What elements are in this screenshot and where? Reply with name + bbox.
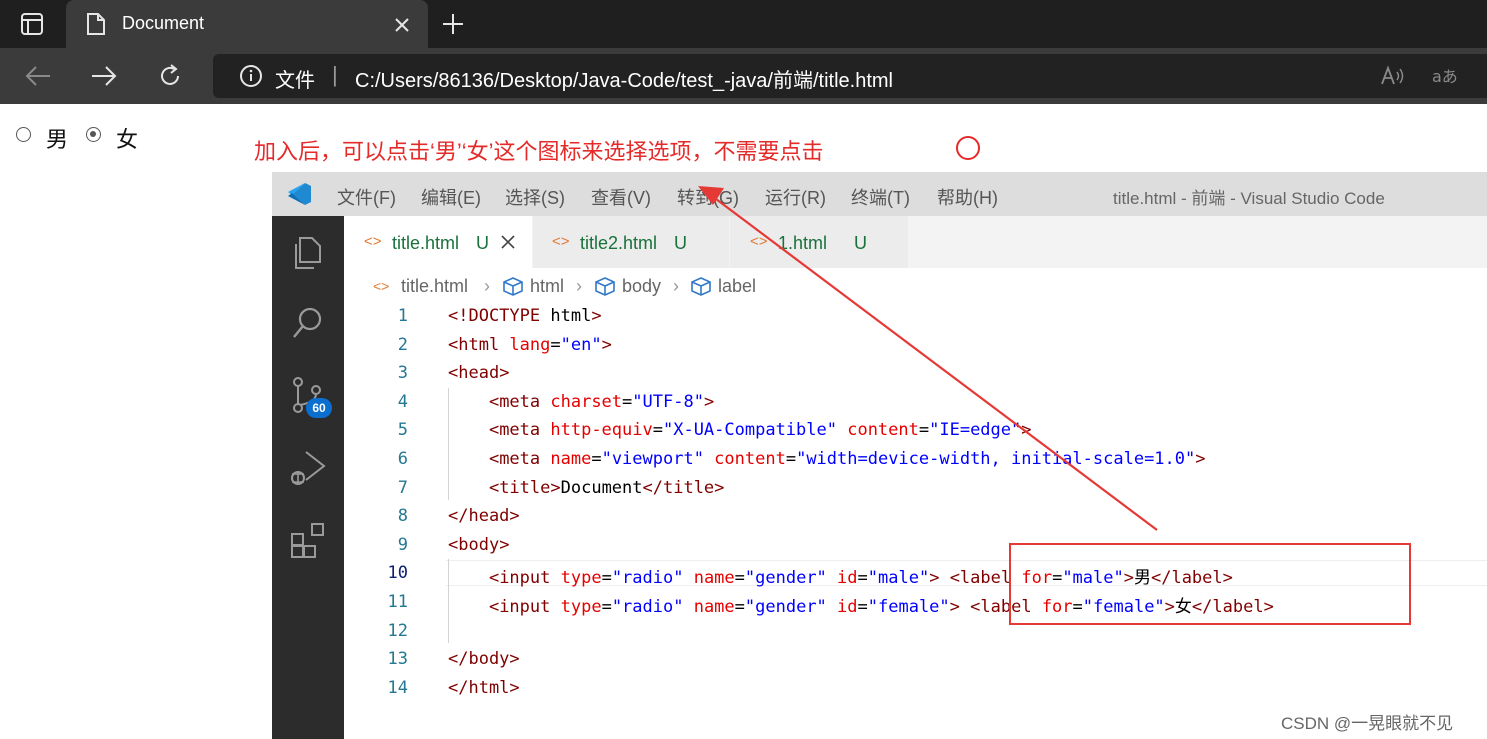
line-number: 12 <box>387 621 408 641</box>
code-line[interactable]: <meta charset="UTF-8"> <box>448 392 714 412</box>
cube-icon <box>595 277 615 296</box>
line-number: 9 <box>397 535 408 555</box>
search-icon[interactable] <box>290 304 326 342</box>
code-line[interactable]: <head> <box>448 363 509 383</box>
new-tab-icon[interactable] <box>441 12 465 36</box>
line-number: 4 <box>397 392 408 412</box>
watermark: CSDN @一晃眼就不见 <box>1281 714 1454 733</box>
html-file-icon: <> <box>373 278 390 294</box>
document-icon <box>87 13 105 35</box>
extensions-icon[interactable] <box>290 522 328 560</box>
code-line[interactable]: </body> <box>448 649 520 669</box>
chevron-right-icon: › <box>484 276 490 296</box>
tab-title2-html-status: U <box>674 233 687 253</box>
url-scheme-label: 文件 <box>275 70 315 92</box>
run-debug-icon[interactable] <box>288 448 328 488</box>
line-number: 8 <box>397 506 408 526</box>
line-number: 13 <box>387 649 408 669</box>
tab-title2-html-label: title2.html <box>580 233 658 253</box>
code-line[interactable]: <title>Document</title> <box>448 478 724 498</box>
tab-1-html-label: 1.html <box>778 233 828 253</box>
chevron-right-icon: › <box>576 276 582 296</box>
tab-actions-icon[interactable] <box>20 12 44 36</box>
radio-male[interactable] <box>16 127 31 142</box>
label-female[interactable]: 女 <box>116 122 138 154</box>
menu-run[interactable]: 运行(R) <box>765 184 826 210</box>
menu-edit[interactable]: 编辑(E) <box>421 184 481 210</box>
tab-title-html-status: U <box>476 233 489 253</box>
code-line[interactable]: <body> <box>448 535 509 555</box>
menu-view[interactable]: 查看(V) <box>591 184 651 210</box>
window-title: title.html - 前端 - Visual Studio Code <box>1113 189 1385 208</box>
info-icon[interactable] <box>239 64 263 88</box>
code-line[interactable]: <meta http-equiv="X-UA-Compatible" conte… <box>448 420 1032 440</box>
svg-text:aあ: aあ <box>1432 67 1458 86</box>
line-number: 14 <box>387 678 408 698</box>
menu-file[interactable]: 文件(F) <box>337 184 396 210</box>
radio-female[interactable] <box>86 127 101 142</box>
url-text[interactable]: C:/Users/86136/Desktop/Java-Code/test_-j… <box>355 64 893 93</box>
menu-selection[interactable]: 选择(S) <box>505 184 565 210</box>
line-number: 5 <box>397 420 408 440</box>
back-icon[interactable] <box>24 64 52 88</box>
code-line[interactable]: <meta name="viewport" content="width=dev… <box>448 449 1206 469</box>
code-line[interactable]: <!DOCTYPE html> <box>448 306 602 326</box>
line-number: 7 <box>397 478 408 498</box>
line-number: 11 <box>387 592 408 612</box>
highlight-box <box>1009 543 1411 625</box>
translate-icon[interactable]: aあ <box>1432 64 1462 88</box>
html-file-icon: <> <box>364 233 382 250</box>
tab-1-html-status: U <box>854 233 867 253</box>
menu-terminal[interactable]: 终端(T) <box>851 184 910 210</box>
menu-help[interactable]: 帮助(H) <box>937 184 998 210</box>
html-file-icon: <> <box>552 233 570 250</box>
code-line[interactable]: </head> <box>448 506 520 526</box>
close-editor-tab-icon[interactable] <box>501 235 515 249</box>
annotation-text: 加入后，可以点击‘男’‘女’这个图标来选择选项，不需要点击 <box>254 139 824 164</box>
line-number: 10 <box>387 563 408 583</box>
tab-title-html-label: title.html <box>392 233 460 253</box>
cube-icon <box>691 277 711 296</box>
code-line[interactable]: </html> <box>448 678 520 698</box>
line-number: 2 <box>397 335 408 355</box>
url-separator: | <box>332 62 338 87</box>
chevron-right-icon: › <box>673 276 679 296</box>
breadcrumb-body[interactable]: body <box>622 276 661 297</box>
menu-go[interactable]: 转到(G) <box>677 184 739 210</box>
forward-icon[interactable] <box>90 64 118 88</box>
breadcrumb-html[interactable]: html <box>530 276 564 297</box>
tab-title: Document <box>122 13 205 33</box>
line-number: 3 <box>397 363 408 383</box>
annotation-circle-icon <box>956 136 980 160</box>
breadcrumb-file[interactable]: title.html <box>401 276 468 297</box>
source-control-badge: 60 <box>306 398 332 418</box>
code-line[interactable]: <html lang="en"> <box>448 335 612 355</box>
vscode-logo-icon <box>288 183 311 205</box>
breadcrumb-label[interactable]: label <box>718 276 756 297</box>
explorer-icon[interactable] <box>290 232 326 270</box>
label-male[interactable]: 男 <box>46 122 68 154</box>
line-number: 6 <box>397 449 408 469</box>
close-tab-icon[interactable] <box>393 16 411 34</box>
line-number: 1 <box>397 306 408 326</box>
cube-icon <box>503 277 523 296</box>
browser-tab[interactable] <box>66 0 428 48</box>
refresh-icon[interactable] <box>157 63 183 89</box>
read-aloud-icon[interactable] <box>1379 64 1407 88</box>
html-file-icon: <> <box>750 233 768 250</box>
